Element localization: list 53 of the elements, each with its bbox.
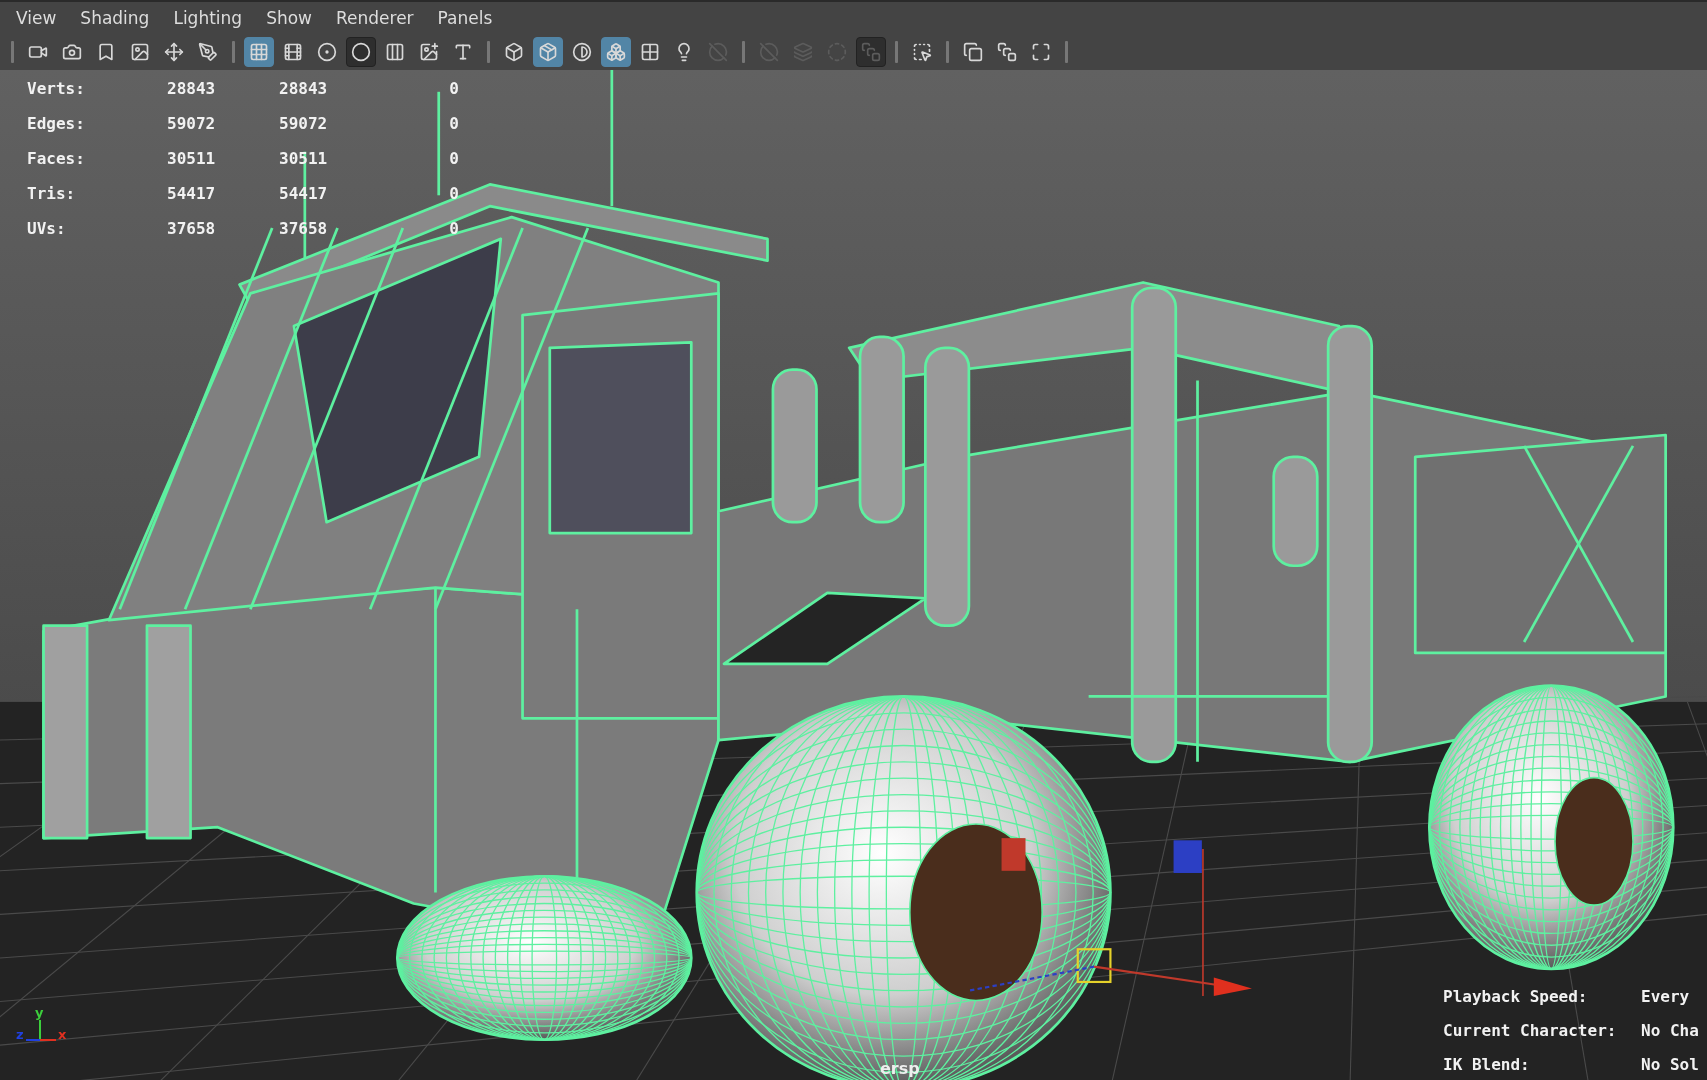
pen-icon (198, 42, 218, 62)
hud-value: Every (1641, 986, 1691, 1008)
axis-label: z (16, 1028, 24, 1041)
checker-icon (640, 42, 660, 62)
stat-label: UVs: (27, 218, 67, 240)
copy-icon (963, 42, 983, 62)
select-icon (912, 42, 932, 62)
grid-icon (249, 42, 269, 62)
hud-value: No Sol (1641, 1054, 1699, 1076)
stat-value: 59072 (167, 113, 217, 135)
stat-label: Edges: (27, 113, 86, 135)
menu-item[interactable]: Show (256, 6, 322, 30)
dashed-circle-icon (827, 42, 847, 62)
half-circle-icon (572, 42, 592, 62)
stat-value: 59072 (279, 113, 329, 135)
stat-value: 0 (448, 113, 459, 135)
stat-label: Faces: (27, 148, 86, 170)
stat-value: 37658 (167, 218, 217, 240)
stat-value: 0 (448, 78, 459, 100)
text-icon (453, 42, 473, 62)
menu-item[interactable]: Renderer (326, 6, 424, 30)
hud-value: No Cha (1641, 1020, 1699, 1042)
stat-label: Tris: (27, 183, 77, 205)
stat-value: 0 (448, 183, 459, 205)
menu-item[interactable]: Lighting (163, 6, 253, 30)
bookmark-icon (96, 42, 116, 62)
circle-dot-icon (317, 42, 337, 62)
menu-item[interactable]: View (6, 6, 67, 30)
layers-icon (793, 42, 813, 62)
image-icon (419, 42, 439, 62)
film-icon (283, 42, 303, 62)
stat-value: 54417 (167, 183, 217, 205)
maximize-icon (1031, 42, 1051, 62)
columns-icon (385, 42, 405, 62)
stat-value: 0 (448, 148, 459, 170)
toolbar-button[interactable] (346, 37, 376, 67)
stat-value: 28843 (279, 78, 329, 100)
axis-label: x (58, 1028, 67, 1041)
image-icon (130, 42, 150, 62)
menu-item[interactable]: Shading (70, 6, 160, 30)
axis-label: y (35, 1006, 44, 1019)
stack-icon (861, 42, 881, 62)
hud-label: IK Blend: (1443, 1054, 1531, 1076)
hud-label: Current Character: (1443, 1020, 1618, 1042)
camera-attributes-icon (62, 42, 82, 62)
hud-label: Playback Speed: (1443, 986, 1589, 1008)
menu-item[interactable]: Panels (427, 6, 503, 30)
stat-label: Verts: (27, 78, 86, 100)
stack-icon (997, 42, 1017, 62)
stat-value: 28843 (167, 78, 217, 100)
stat-value: 0 (448, 218, 459, 240)
move-icon (164, 42, 184, 62)
stat-value: 30511 (167, 148, 217, 170)
